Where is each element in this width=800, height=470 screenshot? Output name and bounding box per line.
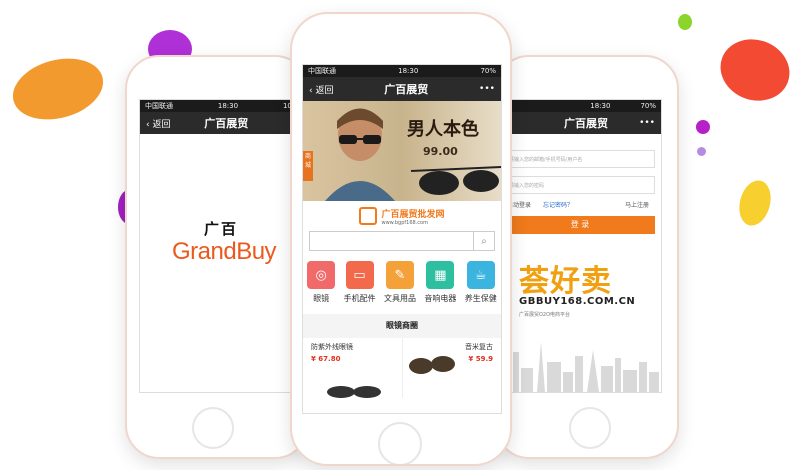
brand-url: GBBUY168.COM.CN <box>519 296 636 307</box>
category-item[interactable]: ▭ 手机配件 <box>344 261 376 304</box>
center-back-label: 返回 <box>315 85 334 96</box>
center-home-button[interactable] <box>378 422 422 464</box>
product-price: ¥ 67.80 <box>311 355 341 363</box>
decor-blob-lightpurple <box>697 147 706 156</box>
center-more-button[interactable]: ••• <box>479 84 495 94</box>
category-item[interactable]: ▦ 音响电器 <box>424 261 456 304</box>
forgot-password-link[interactable]: 忘记密码？ <box>543 200 573 209</box>
username-placeholder: 请输入您的邮箱/手机号码/用户名 <box>509 157 583 163</box>
search-bar[interactable]: ⌕ <box>309 231 495 251</box>
search-icon[interactable]: ⌕ <box>473 232 494 250</box>
section-header: 眼镜商圈 <box>303 314 501 338</box>
right-status-bar: 18:30 70% <box>497 100 661 112</box>
left-nav-bar: ‹ 返回 广百展贸 <box>140 112 307 134</box>
radio-icon: ▦ <box>426 261 455 289</box>
product-name: 防紫外线眼镜 <box>311 343 353 351</box>
site-logo-text: 广百展贸批发网 <box>381 209 445 220</box>
cup-icon: ☕ <box>466 261 495 289</box>
right-home-button[interactable] <box>569 407 611 449</box>
city-skyline-illustration <box>501 342 659 392</box>
glasses-icon: ◎ <box>307 261 336 289</box>
banner-price: 99.00 <box>423 145 458 158</box>
banner-sunglasses-icon <box>411 166 501 195</box>
left-status-bar: 中国联通 18:30 100% <box>140 100 307 112</box>
password-placeholder: 请输入您的密码 <box>509 183 545 189</box>
category-item[interactable]: ☕ 养生保健 <box>465 261 497 304</box>
decor-blob-green <box>678 14 692 30</box>
product-grid: 防紫外线眼镜 ¥ 67.80 音米复古 ¥ 59.9 <box>303 338 501 398</box>
decor-blob-yellow <box>734 176 776 230</box>
category-item[interactable]: ✎ 文具用品 <box>384 261 416 304</box>
product-sunglasses-icon <box>408 356 455 374</box>
laptop-icon: ▭ <box>345 261 374 289</box>
left-phone-screen: 中国联通 18:30 100% ‹ 返回 广百展贸 广百 GrandBuy <box>139 99 307 393</box>
right-time: 18:30 <box>590 102 611 110</box>
brand-subtitle: 广百展贸O2O电商平台 <box>519 312 571 318</box>
password-field[interactable]: 请输入您的密码 <box>505 176 655 194</box>
site-logo: 广百展贸批发网 www.bgpf168.com <box>303 201 501 231</box>
left-logo-en: GrandBuy <box>172 238 277 265</box>
model-sunglasses-illustration <box>325 108 395 201</box>
category-row: ◎ 眼镜 ▭ 手机配件 ✎ 文具用品 ▦ 音响电器 ☕ 养生保健 <box>303 261 501 304</box>
decor-blob-magenta <box>696 120 710 134</box>
center-nav-title: 广百展贸 <box>384 83 429 96</box>
left-phone: 中国联通 18:30 100% ‹ 返回 广百展贸 广百 GrandBuy <box>125 55 309 459</box>
section-title: 眼镜商圈 <box>386 321 418 330</box>
category-label: 手机配件 <box>343 294 376 303</box>
left-logo-cn: 广百 <box>204 220 239 238</box>
center-phone-screen: 中国联通 18:30 70% ‹ 返回 广百展贸 ••• 商城 男人本色 99.… <box>302 64 502 414</box>
banner-headline: 男人本色 <box>407 119 479 140</box>
center-nav-bar: ‹ 返回 广百展贸 ••• <box>303 77 501 101</box>
left-nav-title: 广百展贸 <box>204 117 249 130</box>
product-card[interactable]: 音米复古 ¥ 59.9 <box>403 338 502 398</box>
decor-blob-orange <box>6 49 110 129</box>
register-link[interactable]: 马上注册 <box>625 200 649 209</box>
category-label: 音响电器 <box>424 294 457 303</box>
left-time: 18:30 <box>217 102 239 110</box>
left-carrier: 中国联通 <box>145 102 173 110</box>
right-phone: 18:30 70% 广百展贸 ••• 请输入您的邮箱/手机号码/用户名 请输入您… <box>495 55 679 459</box>
product-sunglasses-icon <box>327 386 381 398</box>
category-label: 养生保健 <box>464 294 497 303</box>
pencil-icon: ✎ <box>385 261 414 289</box>
login-button-label: 登 录 <box>570 220 590 229</box>
center-battery: 70% <box>480 67 496 75</box>
category-item[interactable]: ◎ 眼镜 <box>307 261 336 304</box>
center-status-bar: 中国联通 18:30 70% <box>303 65 501 77</box>
promo-banner[interactable]: 商城 男人本色 99.00 <box>303 101 501 201</box>
right-more-button[interactable]: ••• <box>639 118 655 128</box>
right-nav-bar: 广百展贸 ••• <box>497 112 661 134</box>
center-phone: 中国联通 18:30 70% ‹ 返回 广百展贸 ••• 商城 男人本色 99.… <box>290 12 512 466</box>
category-label: 文具用品 <box>383 294 416 303</box>
site-logo-icon <box>359 207 378 225</box>
product-card[interactable]: 防紫外线眼镜 ¥ 67.80 <box>303 338 403 398</box>
left-back-button[interactable]: ‹ 返回 <box>146 117 170 130</box>
decor-blob-red <box>711 29 799 111</box>
category-label: 眼镜 <box>313 294 330 303</box>
username-field[interactable]: 请输入您的邮箱/手机号码/用户名 <box>505 150 655 168</box>
left-back-label: 返回 <box>152 119 171 130</box>
center-time: 18:30 <box>398 67 419 75</box>
search-input[interactable] <box>310 232 473 250</box>
banner-tag-label: 商城 <box>304 153 311 169</box>
left-home-button[interactable] <box>192 407 234 449</box>
right-nav-title: 广百展贸 <box>564 117 609 130</box>
banner-side-tag: 商城 <box>303 151 313 181</box>
login-button[interactable]: 登 录 <box>505 216 655 234</box>
brand-logo-cn: 荟好卖 <box>519 264 612 299</box>
right-phone-screen: 18:30 70% 广百展贸 ••• 请输入您的邮箱/手机号码/用户名 请输入您… <box>497 99 662 393</box>
right-battery: 70% <box>640 102 656 110</box>
center-carrier: 中国联通 <box>308 67 336 75</box>
center-back-button[interactable]: ‹ 返回 <box>309 83 333 96</box>
site-logo-url: www.bgpf168.com <box>381 219 428 226</box>
